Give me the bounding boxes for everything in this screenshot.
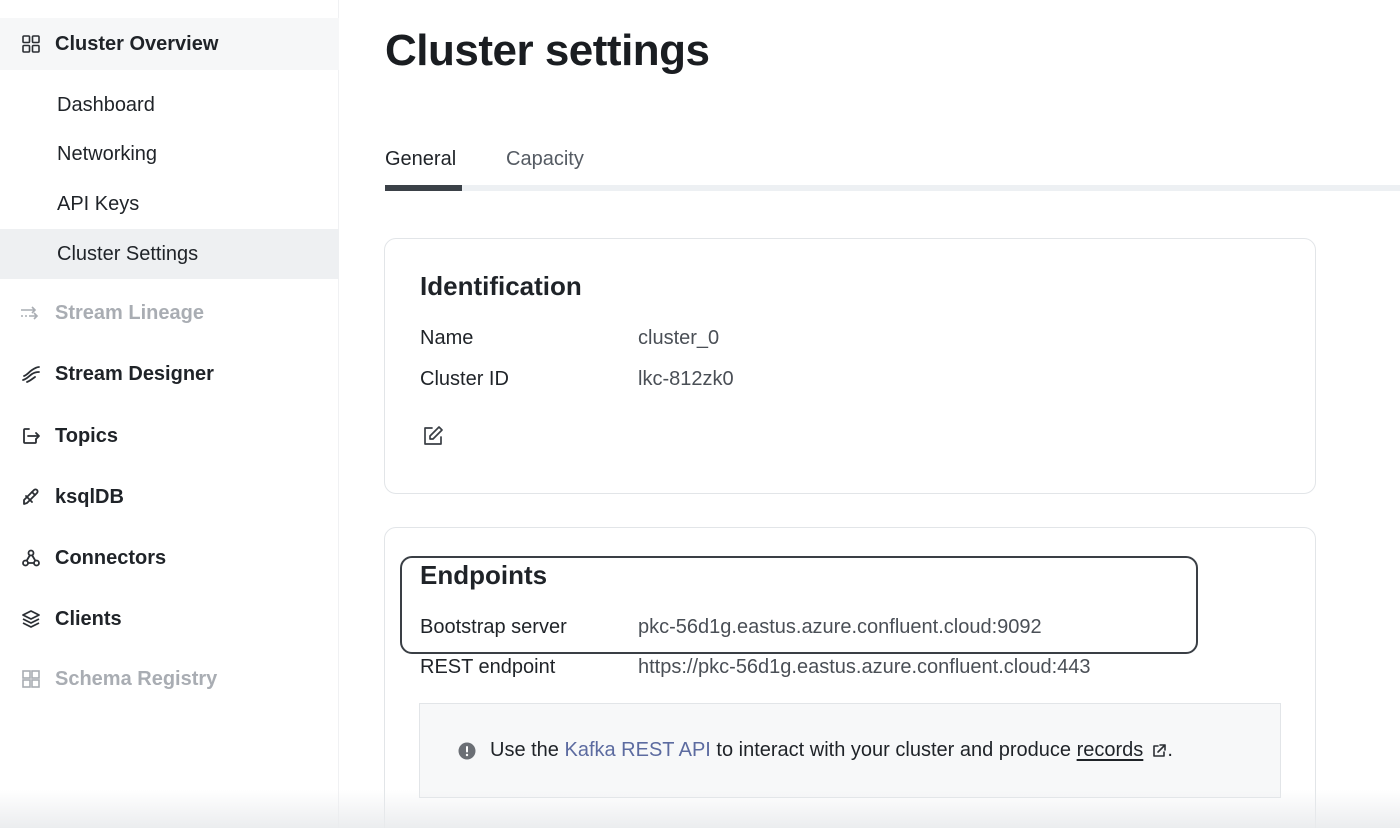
page-title: Cluster settings — [385, 26, 710, 75]
grid-icon — [20, 33, 42, 55]
sidebar-item-topics[interactable]: Topics — [0, 412, 339, 460]
sidebar-subitem-dashboard[interactable]: Dashboard — [0, 80, 339, 130]
bootstrap-highlight-box — [400, 556, 1198, 654]
tab-track — [385, 185, 1400, 191]
info-banner: Use the Kafka REST API to interact with … — [419, 703, 1281, 798]
sidebar-subitem-api-keys[interactable]: API Keys — [0, 179, 339, 229]
stream-designer-icon — [20, 363, 42, 385]
info-text-middle: to interact with your cluster and produc… — [710, 739, 1077, 761]
info-text-before: Use the — [490, 739, 565, 761]
sidebar-subitem-networking[interactable]: Networking — [0, 129, 339, 179]
edit-icon[interactable] — [422, 425, 444, 447]
external-link-icon[interactable] — [1151, 743, 1167, 759]
tab-bar: General Capacity — [385, 140, 1400, 192]
cluster-id-value: lkc-812zk0 — [638, 368, 734, 390]
connectors-icon — [20, 547, 42, 569]
active-tab-indicator — [385, 185, 462, 191]
alert-circle-icon — [458, 742, 476, 760]
sidebar-item-label: Connectors — [55, 546, 167, 569]
sidebar-item-connectors[interactable]: Connectors — [0, 534, 339, 582]
ksqldb-icon — [20, 486, 42, 508]
sidebar-item-label: Topics — [55, 424, 118, 447]
sidebar-item-stream-designer[interactable]: Stream Designer — [0, 350, 339, 398]
sidebar-item-stream-lineage[interactable]: Stream Lineage — [0, 289, 339, 337]
rest-endpoint-label: REST endpoint — [420, 656, 556, 678]
tab-general[interactable]: General — [385, 148, 456, 171]
tab-capacity[interactable]: Capacity — [506, 148, 584, 171]
info-text-after: . — [1167, 739, 1173, 761]
sidebar-item-ksqldb[interactable]: ksqlDB — [0, 473, 339, 521]
clients-icon — [20, 608, 42, 630]
sidebar-item-label: Clients — [55, 607, 122, 630]
sidebar-item-label: Stream Lineage — [55, 301, 204, 324]
sidebar-item-label: ksqlDB — [55, 485, 124, 508]
identification-title: Identification — [420, 271, 582, 301]
sidebar: Cluster Overview Dashboard Networking AP… — [0, 0, 339, 828]
kafka-rest-api-link[interactable]: Kafka REST API — [564, 739, 710, 762]
identification-card: Identification Name cluster_0 Cluster ID… — [384, 238, 1316, 494]
cluster-id-label: Cluster ID — [420, 368, 509, 390]
sidebar-item-schema-registry[interactable]: Schema Registry — [0, 655, 339, 703]
name-label: Name — [420, 327, 474, 349]
sidebar-item-cluster-overview[interactable]: Cluster Overview — [0, 18, 339, 70]
topics-icon — [20, 425, 42, 447]
rest-endpoint-value[interactable]: https://pkc-56d1g.eastus.azure.confluent… — [638, 656, 1091, 679]
schema-registry-icon — [20, 668, 42, 690]
sidebar-subitem-cluster-settings[interactable]: Cluster Settings — [0, 229, 339, 279]
name-value: cluster_0 — [638, 327, 720, 349]
records-link[interactable]: records — [1077, 739, 1144, 762]
sidebar-item-clients[interactable]: Clients — [0, 595, 339, 643]
sidebar-item-label: Cluster Overview — [55, 32, 219, 55]
stream-lineage-icon — [20, 302, 42, 324]
sidebar-item-label: Stream Designer — [55, 362, 214, 385]
sidebar-item-label: Schema Registry — [55, 667, 218, 690]
